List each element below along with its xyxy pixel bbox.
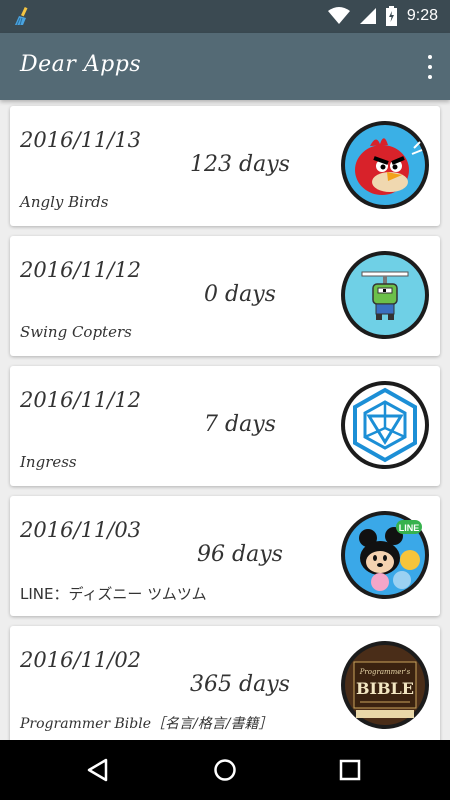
status-bar: 9:28	[0, 0, 450, 33]
app-bar: Dear Apps	[0, 33, 450, 100]
ingress-icon	[341, 381, 429, 469]
app-date: 2016/11/13	[20, 128, 142, 152]
signal-icon	[359, 8, 376, 24]
line-badge: LINE	[399, 523, 420, 533]
app-name: Programmer Bible［名言/格言/書籍］	[20, 716, 273, 732]
recents-icon[interactable]	[334, 754, 366, 786]
bible-subtitle: Programmer's	[359, 668, 411, 676]
status-time: 9:28	[406, 7, 438, 24]
wifi-icon	[327, 7, 350, 24]
app-name: Ingress	[20, 453, 77, 471]
app-date: 2016/11/12	[20, 258, 142, 282]
bible-title: BIBLE	[356, 679, 414, 698]
broom-icon	[15, 6, 28, 26]
angry-birds-icon	[341, 121, 429, 209]
more-vert-icon[interactable]	[426, 55, 434, 79]
app-card[interactable]: 2016/11/13 123 days Angly Birds	[10, 106, 440, 226]
app-days: 96 days	[197, 542, 283, 567]
app-days: 7 days	[204, 412, 276, 437]
programmers-bible-icon: Programmer's BIBLE	[341, 641, 429, 729]
app-date: 2016/11/03	[20, 518, 142, 542]
app-list: 2016/11/13 123 days Angly Birds 2016/11/…	[0, 100, 450, 740]
app-days: 0 days	[204, 282, 276, 307]
app-name: Swing Copters	[20, 323, 132, 341]
app-card[interactable]: 2016/11/03 96 days LINE：ディズニー ツムツム LINE	[10, 496, 440, 616]
app-name: LINE：ディズニー ツムツム	[20, 585, 207, 603]
app-name: Angly Birds	[20, 193, 109, 211]
app-date: 2016/11/12	[20, 388, 142, 412]
app-card[interactable]: 2016/11/02 365 days Programmer Bible［名言/…	[10, 626, 440, 740]
navigation-bar	[0, 740, 450, 800]
app-days: 365 days	[190, 672, 290, 697]
app-card[interactable]: 2016/11/12 7 days Ingress	[10, 366, 440, 486]
app-card[interactable]: 2016/11/12 0 days Swing Copters	[10, 236, 440, 356]
app-days: 123 days	[190, 152, 290, 177]
battery-icon	[385, 6, 397, 26]
swing-copters-icon	[341, 251, 429, 339]
app-date: 2016/11/02	[20, 648, 142, 672]
tsum-tsum-icon: LINE	[341, 511, 429, 599]
app-title: Dear Apps	[20, 52, 142, 77]
back-icon[interactable]	[82, 754, 114, 786]
home-icon[interactable]	[209, 754, 241, 786]
